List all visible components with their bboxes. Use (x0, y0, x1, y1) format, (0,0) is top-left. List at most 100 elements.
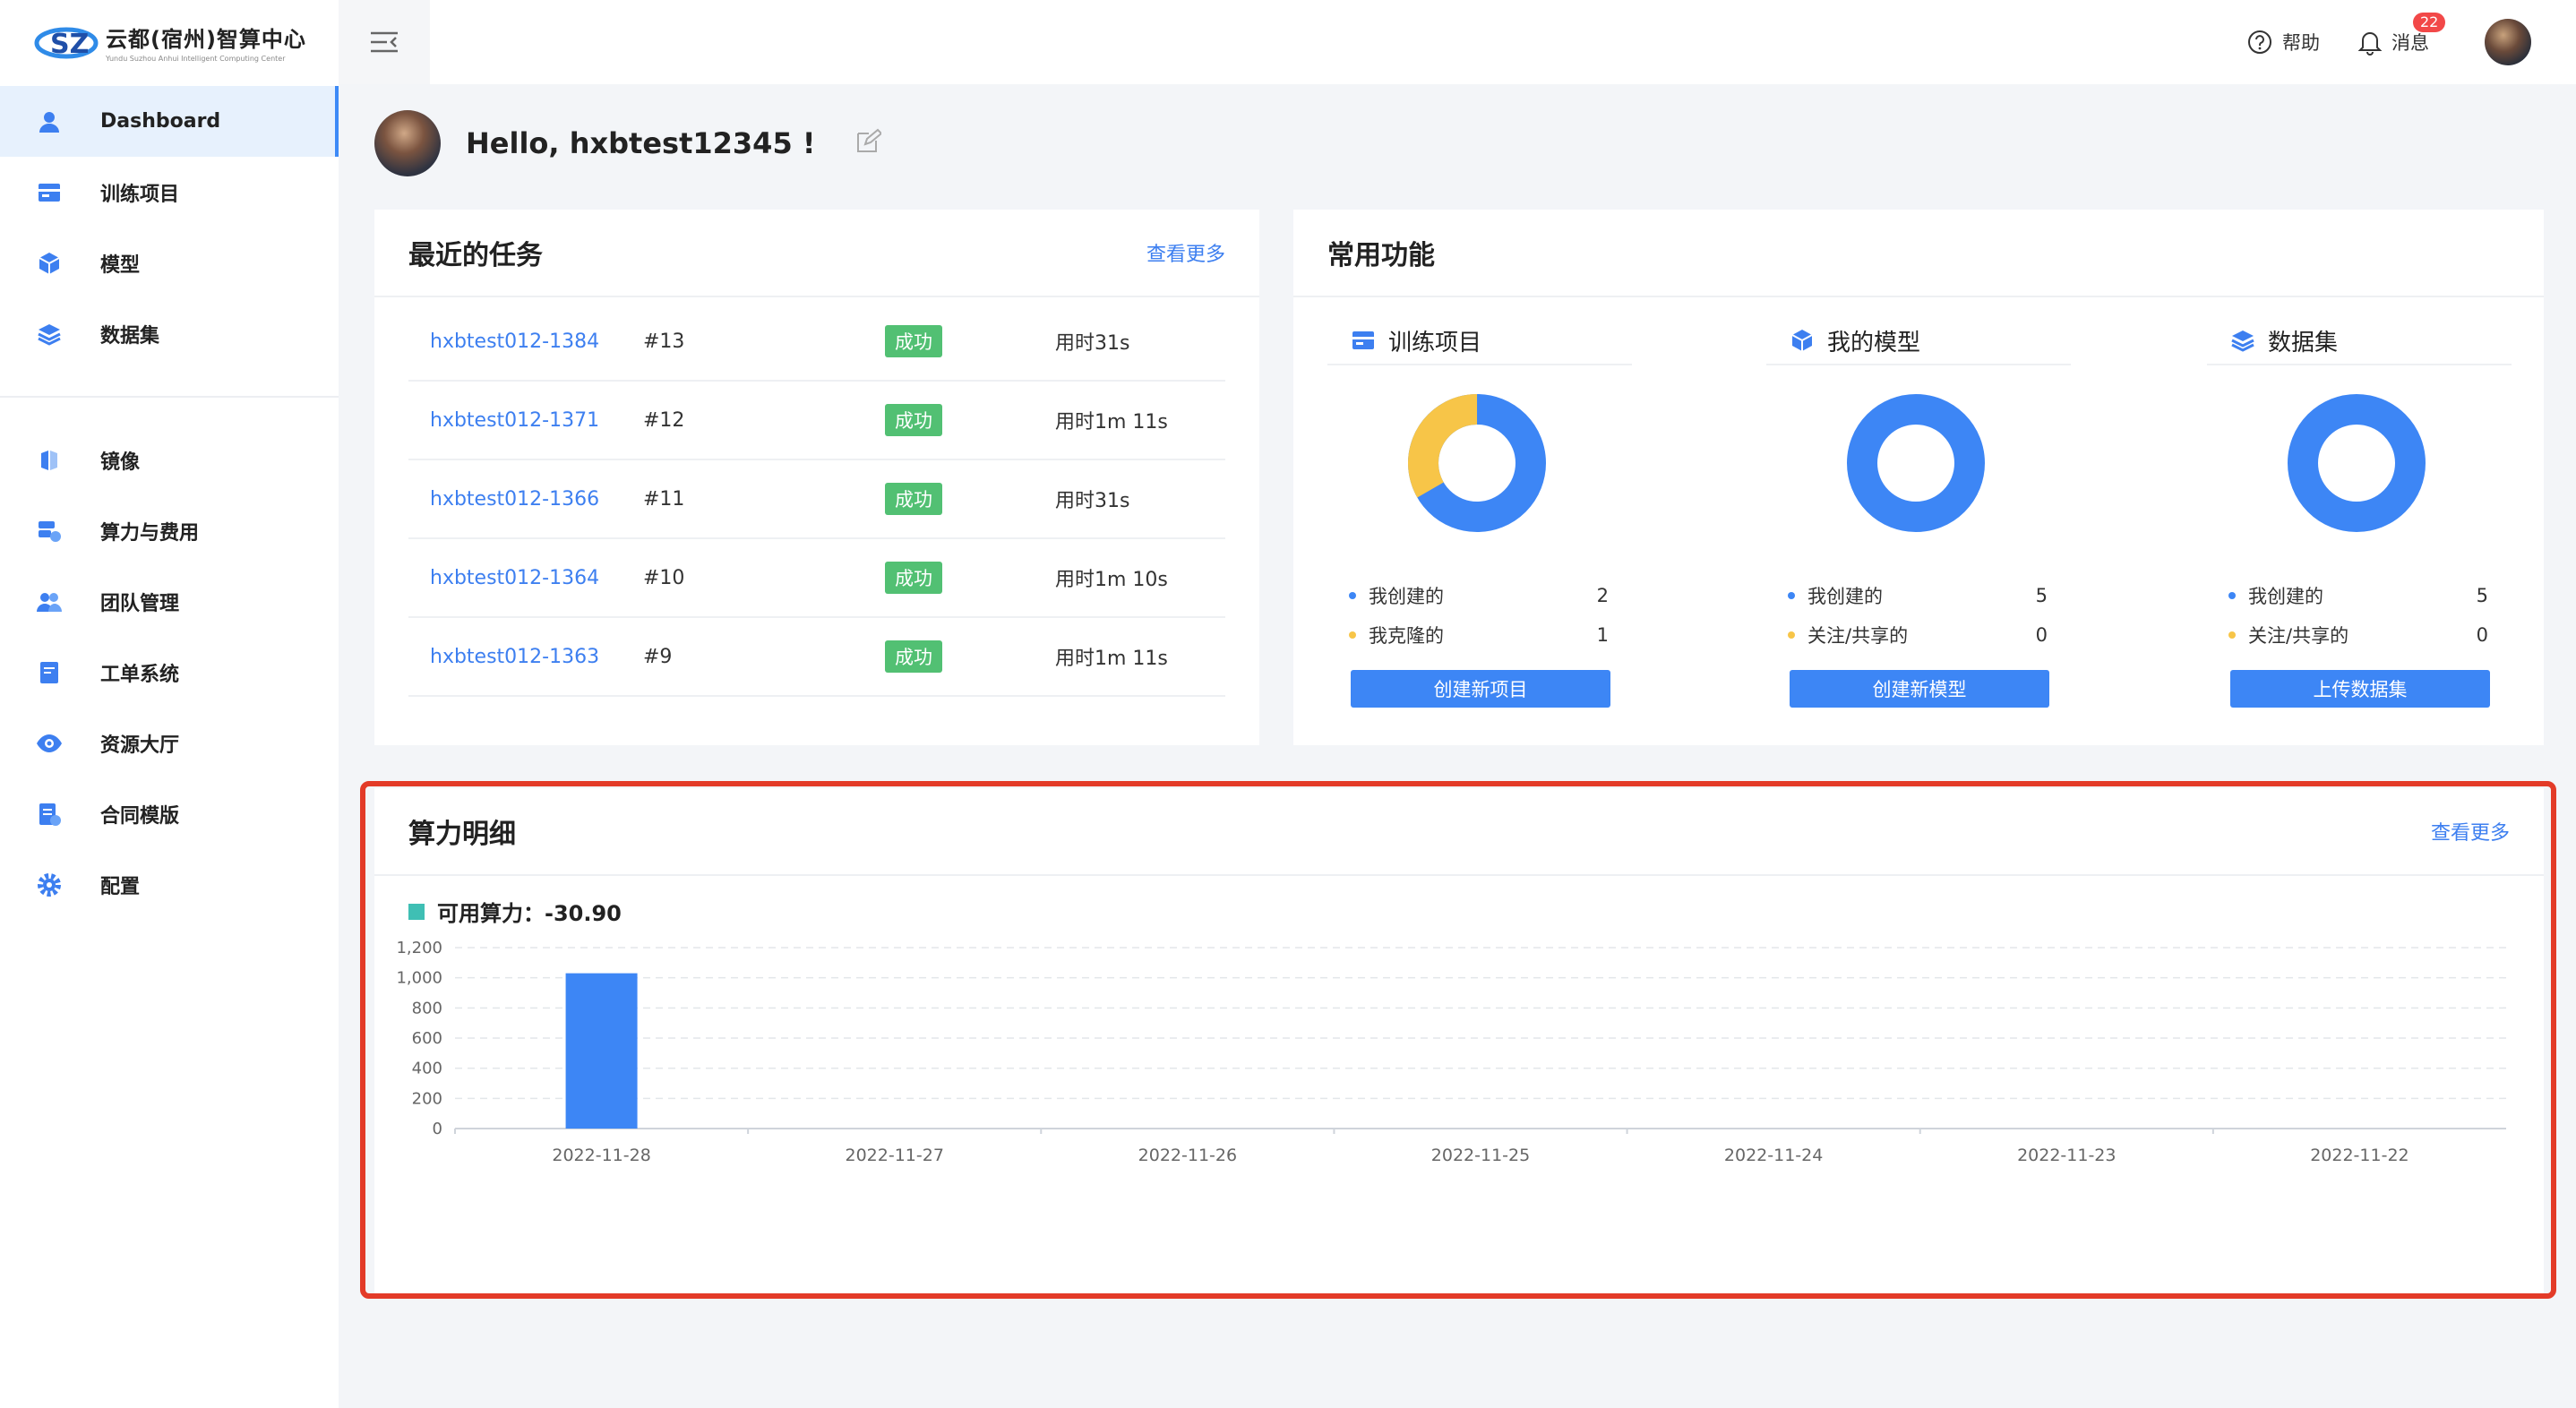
function-column-title: 我的模型 (1827, 329, 1921, 356)
y-tick-label: 1,000 (396, 969, 442, 988)
ticket-icon (36, 659, 63, 686)
legend-value: 5 (2035, 585, 2048, 606)
task-list: hxbtest012-1384 #13 成功 用时31s hxbtest012-… (374, 303, 1259, 697)
legend-row: 关注/共享的 0 (2228, 622, 2488, 648)
status-badge: 成功 (885, 404, 942, 436)
legend-row: 关注/共享的 0 (1788, 622, 2048, 648)
function-column-projects: 训练项目 我创建的 2 我克隆的 1 创建新项目 (1327, 317, 1632, 729)
sidebar-item-label: 资源大厅 (100, 734, 180, 757)
function-column-title: 数据集 (2268, 329, 2339, 356)
task-row: hxbtest012-1363 #9 成功 用时1m 11s (408, 618, 1225, 697)
task-name-link[interactable]: hxbtest012-1363 (408, 646, 643, 668)
sidebar-item-label: 模型 (100, 253, 141, 277)
project-icon (1352, 331, 1374, 349)
recent-tasks-more-link[interactable]: 查看更多 (1146, 238, 1225, 267)
sidebar-item-billing[interactable]: 算力与费用 (0, 495, 339, 566)
y-tick-label: 1,200 (396, 940, 442, 957)
legend-label: 关注/共享的 (2248, 625, 2349, 647)
cube-icon (1791, 330, 1813, 351)
legend-dot (2228, 592, 2236, 599)
layers-icon (36, 321, 63, 348)
team-icon (36, 588, 63, 615)
legend-dot (1349, 592, 1356, 599)
cube-icon (36, 250, 63, 277)
x-tick-label: 2022-11-27 (846, 1146, 944, 1165)
sidebar-item-label: 算力与费用 (100, 521, 200, 545)
upload-dataset-button[interactable]: 上传数据集 (2230, 670, 2490, 708)
sidebar-item-settings[interactable]: 配置 (0, 849, 339, 920)
task-row: hxbtest012-1384 #13 成功 用时31s (408, 303, 1225, 382)
avatar[interactable] (2485, 19, 2531, 65)
sidebar-divider (0, 396, 339, 398)
compute-detail-card: 算力明细 查看更多 可用算力：-30.90 0 200 400 600 800 1,000… (374, 788, 2544, 1293)
sidebar-item-tickets[interactable]: 工单系统 (0, 637, 339, 708)
task-name-link[interactable]: hxbtest012-1371 (408, 409, 643, 432)
task-name-link[interactable]: hxbtest012-1384 (408, 331, 643, 353)
chart-bar[interactable] (565, 973, 638, 1129)
bell-icon (2357, 32, 2383, 56)
common-functions-title: 常用功能 (1327, 240, 1435, 271)
billing-icon (36, 518, 63, 545)
projects-donut-chart (1408, 394, 1546, 532)
task-duration: 用时1m 11s (1055, 648, 1168, 670)
edit-icon[interactable] (854, 128, 883, 159)
topbar: 帮助 消息 22 (339, 0, 2576, 84)
contract-icon (36, 801, 63, 828)
legend-value: 5 (2476, 585, 2488, 606)
task-duration: 用时1m 10s (1055, 569, 1168, 591)
task-row: hxbtest012-1366 #11 成功 用时31s (408, 460, 1225, 539)
compute-detail-title: 算力明细 (408, 819, 516, 850)
create-model-button[interactable]: 创建新模型 (1790, 670, 2049, 708)
messages-badge: 22 (2413, 13, 2446, 32)
task-duration: 用时1m 11s (1055, 411, 1168, 434)
x-tick-label: 2022-11-23 (2017, 1146, 2116, 1165)
sidebar-item-label: 合同模版 (100, 804, 180, 828)
sidebar-item-images[interactable]: 镜像 (0, 425, 339, 495)
logo[interactable]: SZ 云都(宿州)智算中心 Yundu Suzhou Anhui Intelli… (34, 18, 306, 66)
sidebar-item-projects[interactable]: 训练项目 (0, 157, 339, 228)
x-tick-label: 2022-11-28 (552, 1146, 650, 1165)
available-compute: 可用算力：-30.90 (408, 896, 622, 927)
menu-collapse-button[interactable] (339, 0, 430, 84)
top-actions: 帮助 消息 22 (2209, 13, 2531, 68)
sidebar-item-team[interactable]: 团队管理 (0, 566, 339, 637)
sidebar-item-models[interactable]: 模型 (0, 228, 339, 298)
logo-subtitle: Yundu Suzhou Anhui Intelligent Computing… (106, 55, 286, 63)
legend-dot (1349, 631, 1356, 639)
user-avatar (374, 110, 441, 176)
x-tick-label: 2022-11-22 (2310, 1146, 2409, 1165)
datasets-donut-chart (2288, 394, 2426, 532)
recent-tasks-card: 最近的任务 查看更多 hxbtest012-1384 #13 成功 用时31s … (374, 210, 1259, 745)
help-button[interactable]: 帮助 (2246, 29, 2320, 56)
y-tick-label: 800 (412, 999, 442, 1017)
sidebar-item-resources[interactable]: 资源大厅 (0, 708, 339, 778)
legend-label: 我克隆的 (1369, 625, 1444, 647)
create-project-button[interactable]: 创建新项目 (1351, 670, 1610, 708)
task-name-link[interactable]: hxbtest012-1366 (408, 488, 643, 511)
task-number: #11 (643, 487, 685, 511)
legend-dot (1788, 631, 1795, 639)
task-name-link[interactable]: hxbtest012-1364 (408, 567, 643, 589)
status-badge: 成功 (885, 483, 942, 515)
sidebar-item-label: 镜像 (100, 451, 141, 474)
y-tick-label: 600 (412, 1029, 442, 1048)
messages-label: 消息 (2391, 32, 2429, 54)
task-duration: 用时31s (1055, 332, 1130, 355)
sidebar-item-datasets[interactable]: 数据集 (0, 298, 339, 369)
sidebar-item-dashboard[interactable]: Dashboard (0, 86, 339, 157)
status-badge: 成功 (885, 325, 942, 357)
legend-label: 我创建的 (1807, 586, 1883, 607)
legend-dot (1788, 592, 1795, 599)
task-number: #12 (643, 408, 685, 432)
legend-label: 我创建的 (2248, 586, 2323, 607)
compute-bar-chart: 0 200 400 600 800 1,000 1,200 2022-11-28 2022-11… (396, 940, 2506, 1165)
sidebar-item-label: 团队管理 (100, 592, 180, 615)
menu-fold-icon (371, 31, 398, 53)
sidebar-item-contracts[interactable]: 合同模版 (0, 778, 339, 849)
legend-value: 0 (2035, 624, 2048, 646)
x-tick-label: 2022-11-26 (1138, 1146, 1237, 1165)
legend-dot (2228, 631, 2236, 639)
compute-more-link[interactable]: 查看更多 (2431, 817, 2510, 846)
messages-button[interactable]: 消息 22 (2357, 13, 2446, 56)
sidebar-item-label: 配置 (100, 875, 141, 898)
